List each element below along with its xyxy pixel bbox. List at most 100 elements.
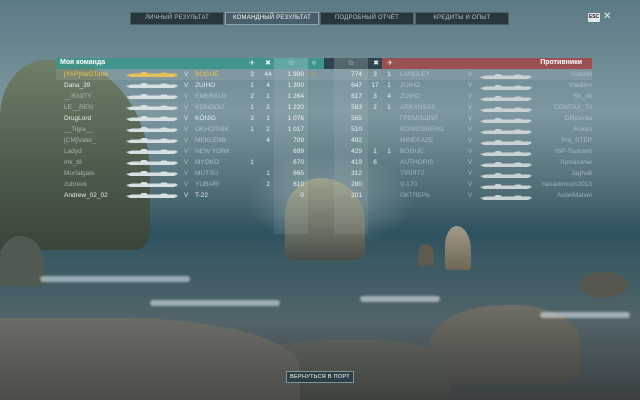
ally-player-name[interactable]: mk_t8: [64, 157, 126, 168]
table-row[interactable]: LE__REN V KONGOU 1 2 1 220 583 2 1 ARKANSAS V COMTA…: [56, 102, 592, 113]
ally-ship-name: OKHOTNIK: [195, 126, 229, 133]
ally-ship-tier: V: [184, 181, 189, 188]
return-to-port-button[interactable]: ВЕРНУТЬСЯ В ПОРТ: [286, 371, 354, 383]
tab-personal-result[interactable]: ЛИЧНЫЙ РЕЗУЛЬТАТ: [130, 12, 224, 25]
enemy-ship-tier: V: [468, 192, 473, 199]
ally-player-name[interactable]: LE__REN: [64, 102, 126, 113]
table-row[interactable]: zubreek V YUBARI 2 610 280 V-170 Vhasadonium201…: [56, 179, 592, 190]
ally-stat-kills: [262, 146, 274, 157]
ship-silhouette-icon: [480, 182, 532, 189]
table-row[interactable]: Mortalgate V MUTSU 1 665 312 TIRPITZ V Jaghalt: [56, 168, 592, 179]
ally-ship-name: ZUIHO: [195, 82, 216, 89]
enemy-plane-icon[interactable]: ✈: [384, 58, 396, 69]
ally-ship-name: NEW YORK: [195, 148, 231, 155]
enemy-star-icon[interactable]: ☆: [334, 58, 368, 69]
rock-small: [418, 244, 434, 266]
ally-stat-planes: [246, 146, 258, 157]
ally-stat-xp: 1 076: [287, 115, 304, 122]
table-row[interactable]: Ladyd V NEW YORK 699 429 1 1 BOGUE V ISP-Tsunami: [56, 146, 592, 157]
ally-player-name[interactable]: [YAP]NeOTonik: [64, 69, 126, 80]
wave-foam: [540, 312, 630, 318]
ship-silhouette-icon: [480, 116, 532, 123]
enemy-ship-name: TIRPITZ: [400, 170, 425, 177]
laurel-icon: [308, 102, 318, 113]
ally-player-name[interactable]: Andrew_02_02: [64, 190, 126, 201]
enemy-ship-name: MINEKAZE: [400, 137, 434, 144]
ally-ship-name: MUTSU: [195, 170, 219, 177]
tab-detailed-report[interactable]: ПОДРОБНЫЙ ОТЧЁТ: [320, 12, 414, 25]
ally-player-name[interactable]: __R33TY: [64, 91, 126, 102]
ally-stat-kills: 1: [266, 170, 270, 177]
enemy-player-name[interactable]: Rokko: [534, 124, 592, 135]
ship-silhouette-icon: [480, 149, 532, 156]
enemy-player-name[interactable]: Sh_rik: [534, 91, 592, 102]
table-row[interactable]: DrugLord V KÖNIG 3 1 1 076 565 ГРЕМЯЩИЙ V DRizera…: [56, 113, 592, 124]
ally-stat-xp: 1 264: [287, 93, 304, 100]
table-row[interactable]: __R33TY V EMERALD 2 1 1 264 617 3 4 ZUIHO V Sh_rik: [56, 91, 592, 102]
enemy-player-name[interactable]: COMTAX_70: [534, 102, 592, 113]
close-icon[interactable]: ✕: [603, 11, 611, 22]
ally-player-name[interactable]: zubreek: [64, 179, 126, 190]
laurel-icon: [308, 157, 318, 168]
table-row[interactable]: Dana_39 V ZUIHO 1 4 1 300 647 17 1 ZUIHO V Vladilen: [56, 80, 592, 91]
enemy-stat-xp: 429: [351, 148, 362, 155]
enemy-player-name[interactable]: Vladilen: [534, 80, 592, 91]
table-row[interactable]: [CM]Valer_ V MEKLENB. 4 709 492 MINEKAZE V Pro_S…: [56, 135, 592, 146]
ally-ship-tier: V: [184, 104, 189, 111]
enemy-player-name[interactable]: AvdelMatvei: [534, 190, 592, 201]
laurel-icon: [308, 91, 318, 102]
ally-stat-kills: 1: [266, 115, 270, 122]
enemy-stat-planes: 1: [387, 148, 391, 155]
enemy-stat-planes: 1: [387, 82, 391, 89]
ally-player-name[interactable]: DrugLord: [64, 113, 126, 124]
tab-credits-xp[interactable]: КРЕДИТЫ И ОПЫТ: [415, 12, 509, 25]
laurel-icon[interactable]: ♅: [308, 58, 320, 69]
ally-stat-planes: [246, 135, 258, 146]
ally-ship-tier: V: [184, 148, 189, 155]
ally-ship-name: MEKLENB.: [195, 137, 228, 144]
ship-silhouette-icon: [126, 127, 178, 132]
ally-stat-planes: 3: [250, 115, 254, 122]
enemy-stat-planes: [384, 190, 394, 201]
table-row[interactable]: mk_t8 V MYOKO 1 670 419 6 AUTHORIS V Apslavanie: [56, 157, 592, 168]
table-row[interactable]: __Tigra__ V OKHOTNIK 1 2 1 017 510 KONIGSBERG V R…: [56, 124, 592, 135]
enemy-stat-kills: 3: [373, 93, 377, 100]
ally-ship-name: EMERALD: [195, 93, 227, 100]
enemy-stat-xp: 510: [351, 126, 362, 133]
ally-stat-kills: 2: [266, 181, 270, 188]
scoreboard-header: Моя команда ✈ ✖ ☆ ♅ ☆ ✖ ✈ Противники: [56, 58, 592, 69]
enemy-ship-name: ARKANSAS: [400, 104, 436, 111]
star-icon[interactable]: ☆: [274, 58, 308, 69]
crosshair-icon[interactable]: ✖: [262, 58, 274, 69]
esc-key-badge[interactable]: ESC: [588, 13, 600, 22]
ally-stat-planes: [246, 190, 258, 201]
table-row[interactable]: Andrew_02_02 V T-22 0 201 ОКТЯБРЬ V AvdelMatvei: [56, 190, 592, 201]
enemy-player-name[interactable]: ISP-Tsunami: [534, 146, 592, 157]
ally-player-name[interactable]: __Tigra__: [64, 124, 126, 135]
ally-player-name[interactable]: [CM]Valer_: [64, 135, 126, 146]
ally-stat-xp: 709: [293, 137, 304, 144]
enemy-stat-xp: 312: [351, 170, 362, 177]
enemy-player-name[interactable]: DRizeraa: [534, 113, 592, 124]
enemy-player-name[interactable]: Apslavanie: [534, 157, 592, 168]
plane-icon[interactable]: ✈: [246, 58, 258, 69]
enemy-crosshair-icon[interactable]: ✖: [370, 58, 382, 69]
table-row[interactable]: [YAP]NeOTonik V BOGUE 3 44 1 900 ☺ 774 3 1 LANGLEY…: [56, 69, 592, 80]
enemy-player-name[interactable]: hasadonium2013: [534, 179, 592, 190]
ally-ship-name: MYOKO: [195, 159, 220, 166]
enemy-stat-planes: [384, 135, 394, 146]
enemy-player-name[interactable]: Gabriel: [534, 69, 592, 80]
ship-silhouette-icon: [126, 193, 178, 198]
enemy-stat-planes: [384, 124, 394, 135]
boulder-left: [0, 236, 44, 286]
ally-player-name[interactable]: Ladyd: [64, 146, 126, 157]
enemy-ship-tier: V: [468, 82, 473, 89]
ally-stat-kills: [262, 157, 274, 168]
enemy-stat-planes: 4: [387, 93, 391, 100]
tab-team-result[interactable]: КОМАНДНЫЙ РЕЗУЛЬТАТ: [225, 12, 319, 25]
ally-player-name[interactable]: Mortalgate: [64, 168, 126, 179]
enemy-ship-tier: V: [468, 137, 473, 144]
ally-player-name[interactable]: Dana_39: [64, 80, 126, 91]
enemy-player-name[interactable]: Jaghalt: [534, 168, 592, 179]
enemy-player-name[interactable]: Pro_STEP: [534, 135, 592, 146]
